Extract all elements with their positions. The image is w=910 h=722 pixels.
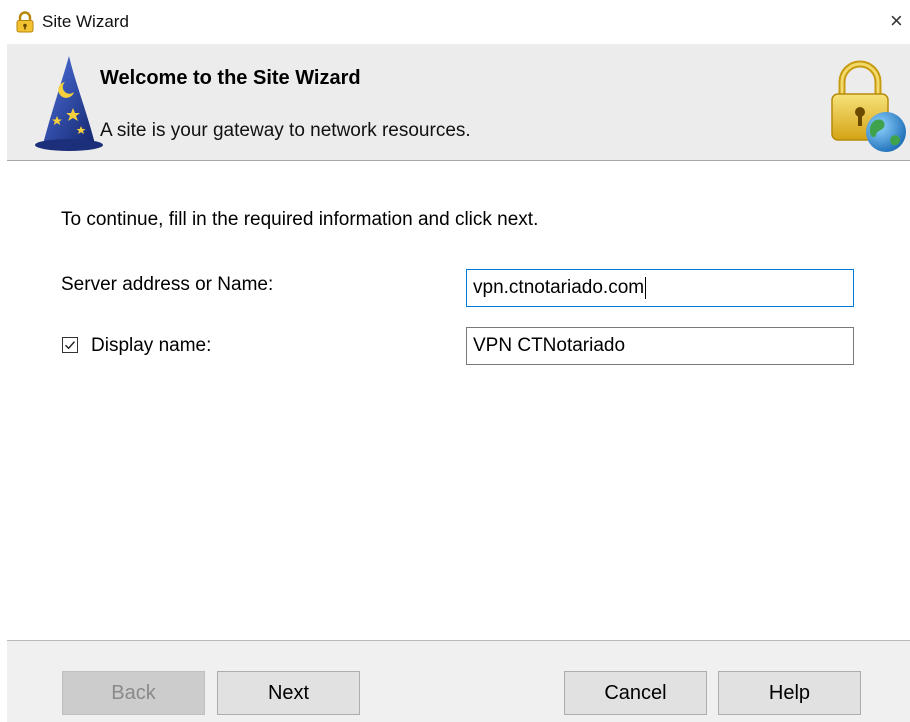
wizard-subtitle: A site is your gateway to network resour… bbox=[100, 120, 471, 141]
help-button[interactable]: Help bbox=[718, 671, 861, 715]
cancel-button[interactable]: Cancel bbox=[564, 671, 707, 715]
window-title: Site Wizard bbox=[42, 12, 129, 31]
display-name-checkbox[interactable] bbox=[62, 337, 78, 353]
back-button[interactable]: Back bbox=[62, 671, 205, 715]
display-name-label[interactable]: Display name: bbox=[91, 335, 211, 357]
server-address-value: vpn.ctnotariado.com bbox=[473, 277, 645, 298]
display-name-value: VPN CTNotariado bbox=[473, 335, 626, 356]
server-address-input[interactable]: vpn.ctnotariado.com bbox=[466, 269, 854, 307]
close-button[interactable]: × bbox=[890, 6, 910, 38]
lock-globe-icon bbox=[831, 60, 906, 152]
wizard-header: Welcome to the Site Wizard A site is you… bbox=[7, 44, 910, 161]
next-button[interactable]: Next bbox=[217, 671, 360, 715]
lock-icon bbox=[16, 11, 34, 33]
server-address-label: Server address or Name: bbox=[61, 274, 274, 295]
display-name-input[interactable]: VPN CTNotariado bbox=[466, 327, 854, 365]
wizard-title: Welcome to the Site Wizard bbox=[100, 67, 361, 89]
title-bar: Site Wizard × bbox=[0, 0, 910, 44]
text-caret bbox=[645, 276, 647, 299]
instructions-text: To continue, fill in the required inform… bbox=[61, 209, 539, 230]
